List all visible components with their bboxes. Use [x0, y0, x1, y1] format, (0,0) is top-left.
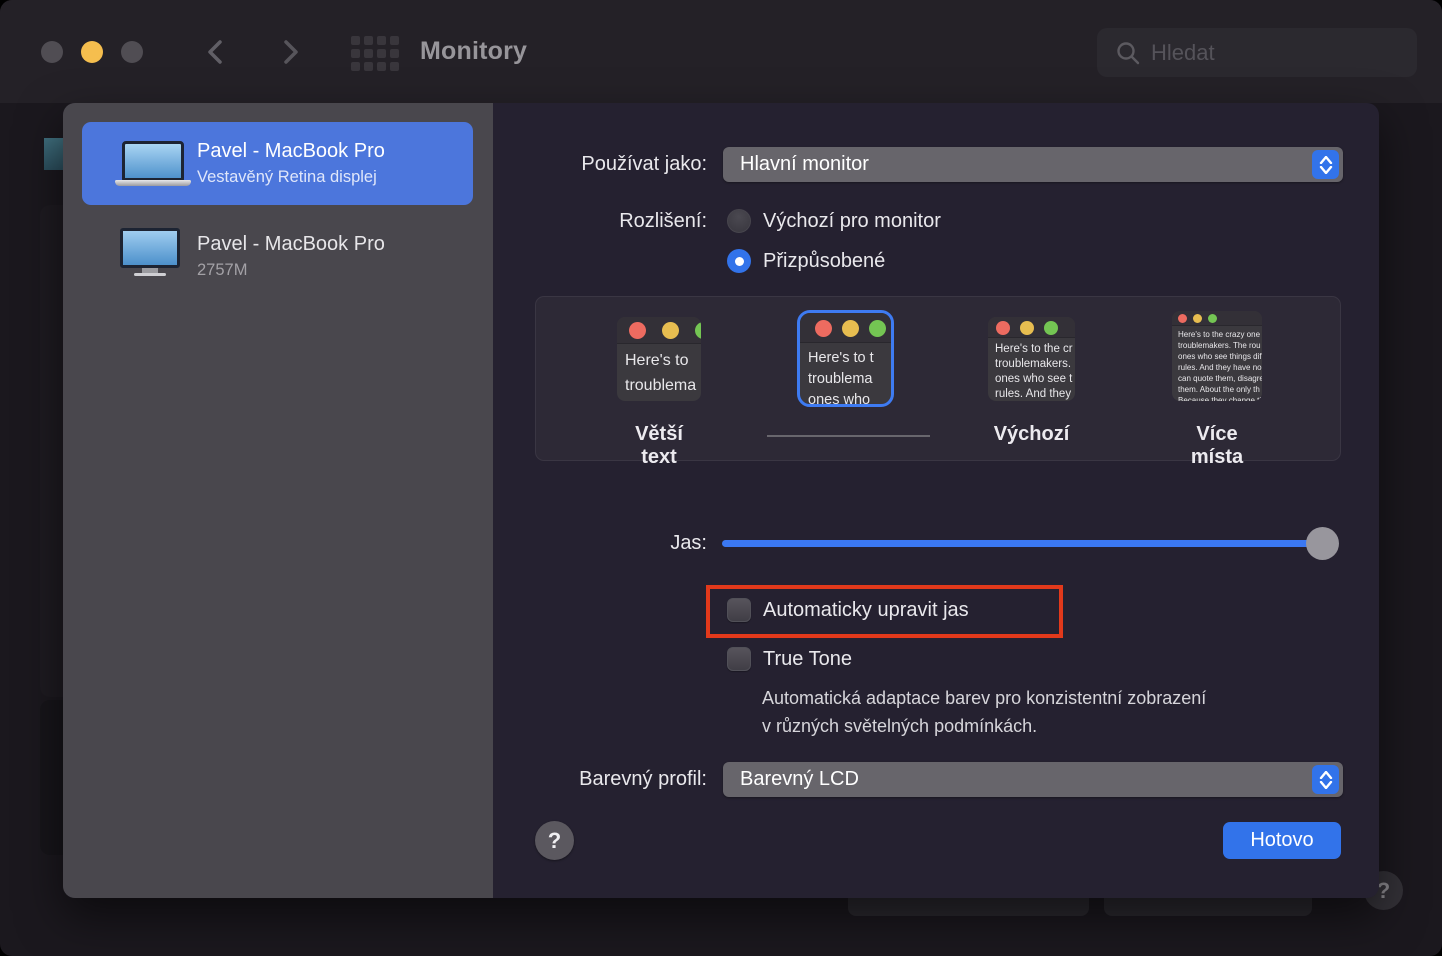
preview-text: Here's to the crazy one [1178, 330, 1262, 339]
preview-text: Here's to t [808, 350, 891, 366]
display-title: Pavel - MacBook Pro [197, 233, 385, 256]
back-icon[interactable] [200, 36, 232, 68]
preview-text: Here's to the cr [995, 343, 1075, 355]
color-profile-value: Barevný LCD [740, 768, 859, 791]
done-button[interactable]: Hotovo [1223, 822, 1341, 859]
auto-brightness-checkbox[interactable] [727, 598, 751, 622]
auto-brightness-label[interactable]: Automaticky upravit jas [763, 599, 969, 622]
background-panel [40, 205, 64, 697]
use-as-label: Používat jako: [307, 153, 707, 176]
laptop-icon [122, 141, 184, 186]
yellow-dot-icon [662, 322, 679, 339]
red-dot-icon [815, 320, 832, 337]
selected-scale-underline [767, 435, 930, 437]
color-profile-label: Barevný profil: [307, 768, 707, 791]
scale-option-selected[interactable]: Here's to t troublema ones who [800, 313, 891, 404]
forward-icon[interactable] [274, 36, 306, 68]
resolution-label: Rozlišení: [307, 210, 707, 233]
title-bar: Monitory [0, 0, 1442, 103]
scale-option-default[interactable]: Here's to the cr troublemakers. ones who… [988, 317, 1075, 401]
preview-text: ones who see things dif [1178, 352, 1262, 361]
background-panel-lower [40, 700, 64, 855]
preview-text: ones who [808, 392, 891, 404]
green-dot-icon [1208, 314, 1217, 323]
display-subtitle: 2757M [197, 261, 385, 280]
close-button[interactable] [41, 41, 63, 63]
yellow-dot-icon [1193, 314, 1202, 323]
show-all-grid-icon[interactable] [351, 36, 399, 71]
true-tone-label[interactable]: True Tone [763, 648, 852, 671]
scale-option-larger-text[interactable]: Here's to troublema [617, 317, 701, 401]
page-title: Monitory [420, 37, 527, 66]
red-dot-icon [1178, 314, 1187, 323]
true-tone-checkbox[interactable] [727, 647, 751, 671]
radio-scaled[interactable] [727, 249, 751, 273]
minimize-button[interactable] [81, 41, 103, 63]
brightness-slider-knob[interactable] [1306, 527, 1339, 560]
color-profile-dropdown[interactable]: Barevný LCD [723, 762, 1343, 797]
scale-option-more-space[interactable]: Here's to the crazy one troublemakers. T… [1172, 311, 1262, 401]
scale-label-larger-text: Větší text [617, 423, 701, 469]
preview-text: ones who see t [995, 373, 1075, 385]
preview-text: rules. And they [995, 388, 1075, 400]
green-dot-icon [695, 322, 701, 339]
preview-text: troublemakers. [995, 358, 1075, 370]
scale-label-more-space: Více místa [1172, 423, 1262, 469]
search-field[interactable] [1097, 28, 1417, 77]
red-dot-icon [629, 322, 646, 339]
use-as-dropdown[interactable]: Hlavní monitor [723, 147, 1343, 182]
external-display-icon [120, 228, 180, 276]
preview-text: Because they change th [1178, 396, 1262, 401]
yellow-dot-icon [1020, 321, 1034, 335]
preview-text: can quote them, disagre [1178, 374, 1262, 383]
preview-text: troublema [808, 371, 891, 387]
red-dot-icon [996, 321, 1010, 335]
zoom-button[interactable] [121, 41, 143, 63]
radio-default-for-display[interactable] [727, 209, 751, 233]
green-dot-icon [1044, 321, 1058, 335]
preview-text: rules. And they have no [1178, 363, 1262, 372]
preview-text: them. About the only th [1178, 385, 1262, 394]
brightness-label: Jas: [307, 532, 707, 555]
preview-text: troublema [625, 377, 701, 395]
preview-text: Here's to [625, 352, 701, 370]
use-as-value: Hlavní monitor [740, 153, 869, 176]
radio-scaled-label[interactable]: Přizpůsobené [763, 250, 885, 273]
preview-text: troublemakers. The rou [1178, 341, 1262, 350]
radio-default-label[interactable]: Výchozí pro monitor [763, 210, 941, 233]
display-settings-sheet: Pavel - MacBook Pro Vestavěný Retina dis… [63, 103, 1379, 898]
true-tone-description: Automatická adaptace barev pro konzisten… [762, 684, 1206, 740]
dropdown-stepper-icon [1312, 150, 1339, 179]
green-dot-icon [869, 320, 886, 337]
help-button[interactable]: ? [535, 821, 574, 860]
background-display-icon [44, 138, 63, 170]
search-icon [1115, 40, 1141, 66]
brightness-slider[interactable] [722, 540, 1338, 547]
scale-label-default: Výchozí [988, 423, 1075, 446]
dropdown-stepper-icon [1312, 765, 1339, 794]
search-input[interactable] [1151, 40, 1401, 66]
yellow-dot-icon [842, 320, 859, 337]
system-preferences-window: Monitory ? Pavel - MacBook Pro Vestavěný… [0, 0, 1442, 956]
